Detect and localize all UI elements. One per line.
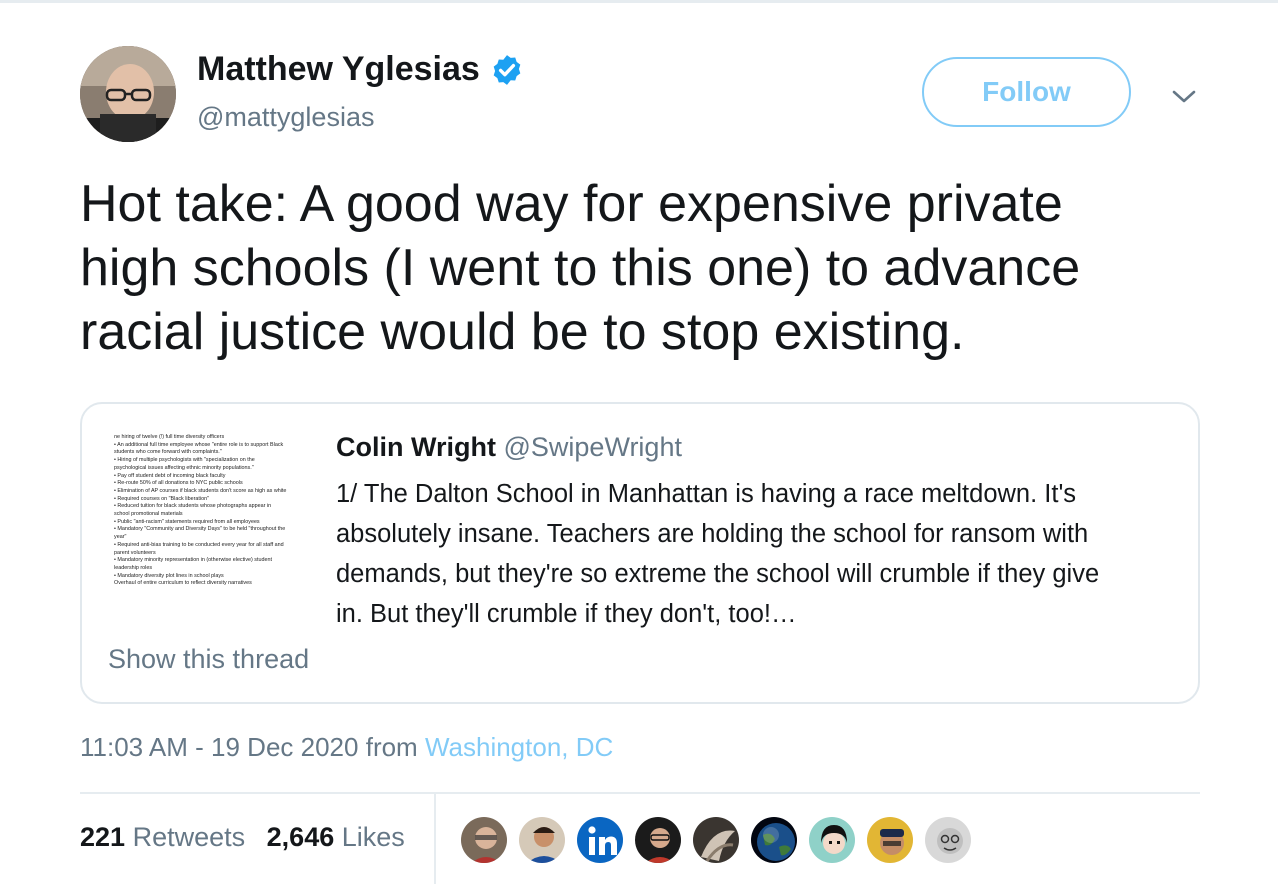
- liker-avatar[interactable]: [691, 815, 741, 865]
- liker-avatar[interactable]: [865, 815, 915, 865]
- thumbnail-line: Required courses on "Black liberation": [114, 496, 308, 504]
- quoted-tweet-thumbnail[interactable]: he hiring of twelve (!) full time divers…: [108, 430, 312, 634]
- quoted-author-handle: @SwipeWright: [503, 432, 682, 462]
- tweet-text: Hot take: A good way for expensive priva…: [80, 172, 1200, 364]
- thumbnail-line: Required anti-bias training to be conduc…: [114, 542, 308, 550]
- engagement-stats: 221 Retweets 2,646 Likes: [80, 822, 405, 853]
- chevron-down-icon[interactable]: [1170, 82, 1198, 110]
- thumbnail-line: Mandatory diversity plot lines in school…: [114, 573, 308, 581]
- show-thread-link[interactable]: Show this thread: [108, 644, 309, 675]
- thumbnail-line: Overhaul of entire curriculum to reflect…: [114, 580, 252, 587]
- retweets-stat[interactable]: 221 Retweets: [80, 822, 245, 852]
- thumbnail-line: Elimination of AP courses if black stude…: [114, 488, 308, 496]
- thumbnail-line: Mandatory minority representation in (ot…: [114, 557, 308, 565]
- verified-badge-icon: [493, 54, 521, 85]
- liker-avatar[interactable]: [923, 815, 973, 865]
- likes-stat[interactable]: 2,646 Likes: [267, 822, 405, 852]
- liker-avatar[interactable]: [517, 815, 567, 865]
- quoted-tweet-author[interactable]: Colin Wright @SwipeWright: [336, 432, 682, 463]
- author-display-name[interactable]: Matthew Yglesias: [197, 50, 524, 89]
- tweet-line: high schools (I went to this one) to adv…: [80, 239, 1081, 297]
- quote-line: absolutely insane. Teachers are holding …: [336, 520, 1089, 548]
- thumbnail-line: An additional full time employee whose "…: [114, 442, 308, 450]
- quote-line: 1/ The Dalton School in Manhattan is hav…: [336, 480, 1077, 508]
- quote-line: demands, but they're so extreme the scho…: [336, 560, 1100, 588]
- thumbnail-line: psychological issues affecting ethnic mi…: [114, 464, 254, 471]
- tweet-timestamp[interactable]: 11:03 AM - 19 Dec 2020: [80, 732, 358, 762]
- tweet-timestamp-row: 11:03 AM - 19 Dec 2020 from Washington, …: [80, 732, 613, 763]
- thumbnail-line: Reduced tuition for black students whose…: [114, 503, 308, 511]
- thumbnail-line: Mandatory "Community and Diversity Days"…: [114, 526, 308, 534]
- thumbnail-line: parent volunteers: [114, 549, 156, 556]
- quoted-tweet-card[interactable]: he hiring of twelve (!) full time divers…: [80, 402, 1200, 704]
- likes-count: 2,646: [266, 822, 335, 852]
- thumbnail-line: leadership roles: [114, 564, 153, 571]
- quote-line: in. But they'll crumble if they don't, t…: [336, 600, 797, 628]
- thumbnail-line: Hiring of multiple psychologists with "s…: [114, 457, 308, 465]
- liker-avatar[interactable]: [633, 815, 683, 865]
- thumbnail-line: Public "anti-racism" statements required…: [114, 519, 308, 527]
- author-name-text: Matthew Yglesias: [197, 50, 480, 88]
- linkedin-avatar-icon[interactable]: [575, 815, 625, 865]
- follow-button[interactable]: Follow: [922, 57, 1131, 127]
- quoted-author-name: Colin Wright: [336, 432, 496, 462]
- avatar-image: [80, 46, 176, 142]
- tweet-location-link[interactable]: Washington, DC: [425, 732, 613, 762]
- thumbnail-list: he hiring of twelve (!) full time divers…: [108, 430, 312, 588]
- author-handle[interactable]: @mattyglesias: [197, 102, 374, 133]
- top-border: [0, 0, 1278, 3]
- retweets-label: Retweets: [132, 822, 246, 852]
- thumbnail-line: Pay off student debt of incoming black f…: [114, 473, 308, 481]
- retweets-count: 221: [80, 822, 126, 852]
- thumbnail-line: year": [114, 534, 127, 541]
- liker-avatar[interactable]: [807, 815, 857, 865]
- likes-label: Likes: [341, 822, 405, 852]
- thumbnail-line: Re-route 50% of all donations to NYC pub…: [114, 480, 308, 488]
- from-label: from: [365, 732, 418, 762]
- globe-avatar[interactable]: [749, 815, 799, 865]
- liker-avatar[interactable]: [459, 815, 509, 865]
- thumbnail-line: he hiring of twelve (!) full time divers…: [114, 434, 225, 440]
- author-avatar[interactable]: [80, 46, 176, 142]
- divider: [80, 792, 1200, 794]
- thumbnail-line: school promotional materials: [114, 511, 183, 518]
- tweet-line: Hot take: A good way for expensive priva…: [80, 175, 1063, 233]
- thumbnail-line: students who come forward with complaint…: [114, 449, 222, 456]
- tweet-line: racial justice would be to stop existing…: [80, 303, 965, 361]
- stats-divider: [434, 794, 436, 884]
- quoted-tweet-text: 1/ The Dalton School in Manhattan is hav…: [336, 474, 1186, 634]
